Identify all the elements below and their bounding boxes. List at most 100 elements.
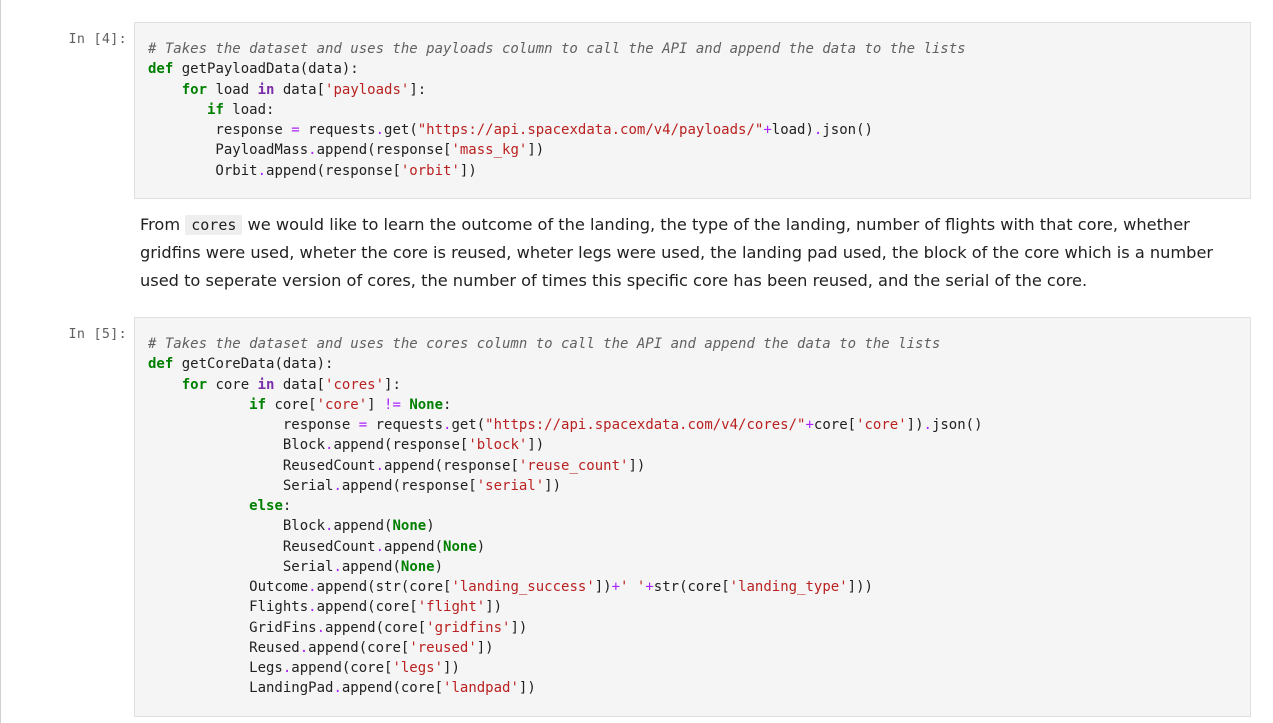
code-line: # Takes the dataset and uses the payload… — [148, 39, 966, 59]
code-token: 'core' — [856, 417, 907, 433]
code-token: + — [611, 579, 621, 595]
code-line: for load in data['payloads']: — [148, 80, 966, 100]
code-token: ]) — [544, 477, 562, 494]
code-token: ]) — [906, 417, 924, 433]
code-token: != — [384, 396, 401, 413]
code-token: append( — [384, 538, 444, 555]
code-token: ])) — [847, 579, 873, 595]
code-token: requests — [367, 417, 444, 433]
code-token: + — [763, 122, 772, 138]
code-token: json() — [822, 122, 873, 138]
code-token: ]: — [384, 376, 401, 393]
code-token: 'orbit' — [400, 162, 460, 179]
code-token: json() — [931, 417, 983, 433]
code-token: 'cores' — [325, 376, 385, 393]
code-token: str(core[ — [653, 579, 730, 595]
code-token: 'legs' — [392, 660, 444, 676]
code-area[interactable]: # Takes the dataset and uses the cores c… — [148, 334, 983, 699]
code-line: LandingPad.append(core['landpad']) — [148, 678, 983, 698]
code-token: core[ — [266, 396, 317, 413]
code-token: def — [148, 61, 174, 78]
code-token: "https://api.spacexdata.com/v4/cores/" — [485, 417, 806, 433]
code-token: load: — [223, 101, 275, 118]
code-token: ]) — [527, 437, 545, 454]
code-token: 'block' — [468, 437, 528, 454]
code-token: Reused — [148, 639, 300, 656]
code-token: GridFins — [148, 619, 317, 636]
code-token: ) — [434, 558, 444, 575]
code-token: # Takes the dataset and uses the cores c… — [148, 336, 941, 352]
code-token: . — [316, 619, 326, 636]
code-token: = — [291, 122, 300, 138]
code-token: requests — [299, 122, 376, 138]
code-token: 'core' — [316, 396, 368, 413]
code-token: ]) — [485, 599, 503, 616]
code-token: . — [333, 680, 342, 697]
code-token: . — [308, 579, 317, 595]
code-token: ]) — [510, 619, 528, 636]
code-token: Serial — [148, 558, 334, 575]
code-token: get( — [384, 122, 418, 138]
code-token: None — [400, 558, 435, 575]
code-token: . — [299, 639, 309, 656]
code-token: . — [375, 538, 385, 555]
code-token: append(response[ — [333, 437, 469, 454]
code-token: . — [308, 142, 317, 159]
code-line: Legs.append(core['legs']) — [148, 658, 983, 678]
code-line: if core['core'] != None: — [148, 395, 983, 415]
code-token: if — [207, 101, 224, 118]
code-token: None — [392, 518, 427, 535]
code-token: for — [181, 81, 208, 98]
code-line: def getPayloadData(data): — [148, 59, 966, 79]
markdown-text-suffix: we would like to learn the outcome of th… — [140, 215, 1214, 290]
code-token: . — [923, 417, 932, 433]
code-token: Block — [148, 437, 326, 454]
code-area[interactable]: # Takes the dataset and uses the payload… — [148, 39, 966, 181]
code-token: ] — [367, 396, 385, 413]
code-line: def getCoreData(data): — [148, 354, 983, 374]
code-token: ]: — [409, 81, 427, 98]
code-token: append(response[ — [266, 162, 401, 179]
markdown-cell[interactable]: From cores we would like to learn the ou… — [140, 211, 1250, 295]
code-token: core — [207, 376, 258, 393]
code-token: data[ — [274, 81, 326, 98]
code-editor[interactable]: # Takes the dataset and uses the cores c… — [134, 317, 1251, 717]
code-token: append(core[ — [291, 660, 393, 676]
code-token: LandingPad — [148, 680, 334, 697]
code-token: 'reuse_count' — [518, 457, 629, 474]
code-token: PayloadMass — [148, 142, 309, 159]
code-token: . — [375, 122, 385, 138]
code-token: def — [148, 356, 174, 373]
code-token: ) — [476, 538, 486, 555]
code-token: append(core[ — [316, 599, 418, 616]
cell-prompt: In [4]: — [68, 32, 127, 47]
cell-prompt: In [5]: — [68, 327, 127, 342]
code-token: 'gridfins' — [426, 619, 511, 636]
notebook-left-border — [0, 0, 1, 723]
code-line: PayloadMass.append(response['mass_kg']) — [148, 140, 966, 160]
code-token: ' ' — [620, 579, 646, 595]
code-token: ) — [426, 518, 435, 535]
code-editor[interactable]: # Takes the dataset and uses the payload… — [134, 22, 1251, 199]
code-token: core[ — [813, 417, 857, 433]
code-token: ReusedCount — [148, 457, 376, 474]
code-token: append( — [333, 518, 393, 535]
code-token: load) — [771, 122, 814, 138]
code-token: ]) — [476, 639, 494, 656]
code-token: ReusedCount — [148, 538, 376, 555]
code-token: Serial — [148, 477, 334, 494]
inline-code: cores — [185, 215, 243, 235]
code-token: 'landing_success' — [451, 579, 595, 595]
code-token: : — [282, 498, 292, 514]
code-token: Orbit — [148, 162, 258, 179]
code-token: "https://api.spacexdata.com/v4/payloads/… — [417, 122, 764, 138]
code-token: 'landpad' — [443, 680, 519, 697]
code-token: ]) — [443, 660, 460, 676]
code-line: Serial.append(response['serial']) — [148, 476, 983, 496]
code-token: ]) — [518, 680, 536, 697]
